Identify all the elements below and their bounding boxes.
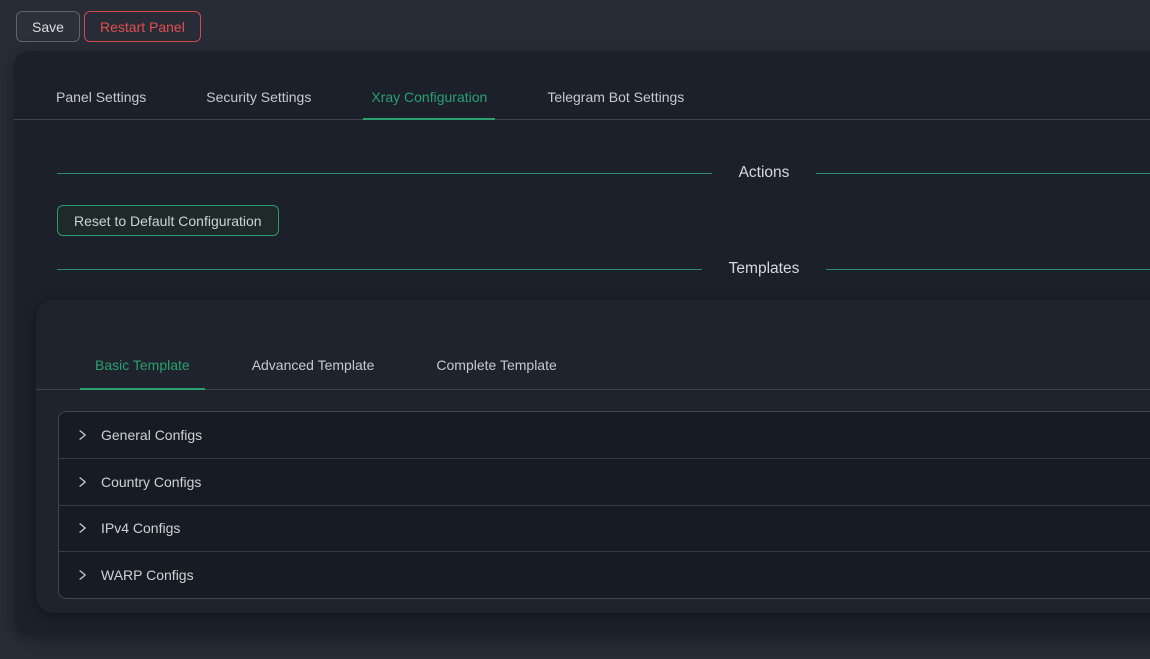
actions-divider: Actions	[57, 162, 1150, 184]
top-action-bar: Save Restart Panel	[0, 0, 1150, 51]
accordion-label: Country Configs	[101, 474, 201, 490]
divider-line	[826, 269, 1150, 270]
templates-card: Basic Template Advanced Template Complet…	[36, 300, 1150, 613]
divider-line	[57, 269, 702, 270]
settings-card: Panel Settings Security Settings Xray Co…	[14, 51, 1150, 635]
chevron-right-icon	[76, 429, 88, 441]
accordion-item-warp-configs: WARP Configs	[59, 551, 1150, 598]
config-accordion: General Configs Country Configs IPv4 Con…	[58, 411, 1150, 599]
accordion-item-country-configs: Country Configs	[59, 458, 1150, 505]
accordion-label: General Configs	[101, 427, 202, 443]
divider-line	[57, 173, 712, 174]
divider-line	[816, 173, 1150, 174]
reset-default-configuration-button[interactable]: Reset to Default Configuration	[57, 205, 279, 236]
accordion-item-general-configs: General Configs	[59, 412, 1150, 458]
chevron-right-icon	[76, 569, 88, 581]
accordion-header-general-configs[interactable]: General Configs	[59, 412, 1150, 458]
template-tabbar: Basic Template Advanced Template Complet…	[36, 300, 1150, 390]
templates-divider-label: Templates	[729, 260, 800, 278]
templates-divider: Templates	[57, 258, 1150, 280]
accordion-item-ipv4-configs: IPv4 Configs	[59, 505, 1150, 552]
accordion-label: WARP Configs	[101, 567, 194, 583]
tab-telegram-bot-settings[interactable]: Telegram Bot Settings	[547, 89, 684, 119]
tab-security-settings[interactable]: Security Settings	[206, 89, 311, 119]
save-button[interactable]: Save	[16, 11, 80, 42]
tab-panel-settings[interactable]: Panel Settings	[56, 89, 146, 119]
tab-advanced-template[interactable]: Advanced Template	[237, 357, 390, 389]
actions-divider-label: Actions	[739, 164, 790, 182]
chevron-right-icon	[76, 522, 88, 534]
accordion-header-ipv4-configs[interactable]: IPv4 Configs	[59, 506, 1150, 552]
accordion-header-country-configs[interactable]: Country Configs	[59, 459, 1150, 505]
accordion-label: IPv4 Configs	[101, 520, 180, 536]
accordion-header-warp-configs[interactable]: WARP Configs	[59, 552, 1150, 598]
restart-panel-button[interactable]: Restart Panel	[84, 11, 201, 42]
tab-xray-configuration[interactable]: Xray Configuration	[371, 89, 487, 119]
chevron-right-icon	[76, 476, 88, 488]
settings-tabbar: Panel Settings Security Settings Xray Co…	[14, 51, 1150, 120]
tab-basic-template[interactable]: Basic Template	[80, 357, 205, 389]
tab-complete-template[interactable]: Complete Template	[421, 357, 571, 389]
